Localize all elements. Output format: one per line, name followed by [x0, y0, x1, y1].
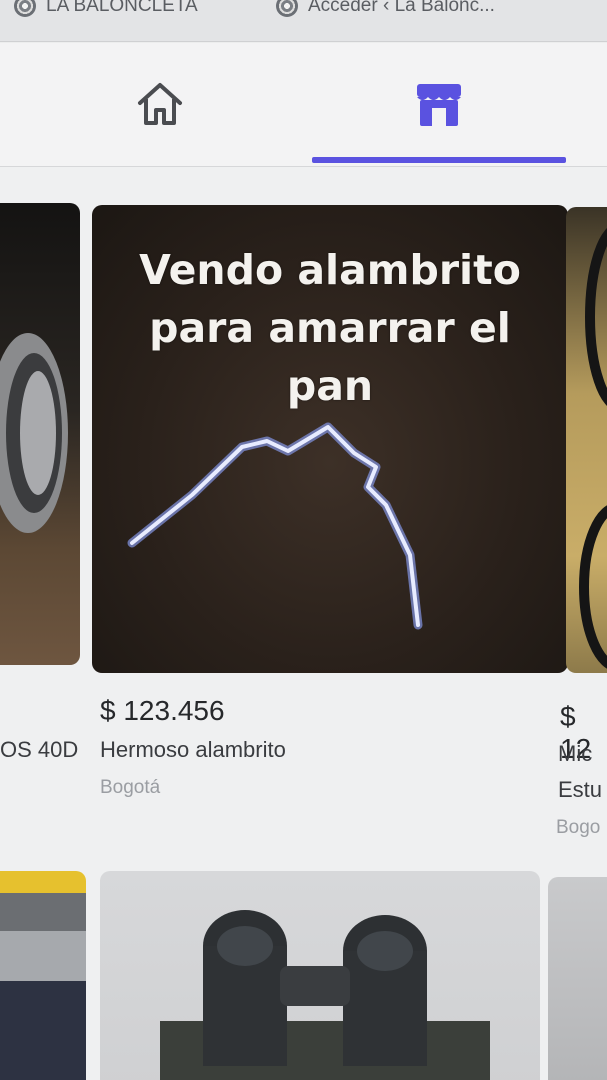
listing-image-right[interactable] [566, 207, 607, 673]
site-favicon-icon [14, 0, 36, 17]
caption-line: pan [286, 362, 374, 410]
caption-line: Vendo alambrito [139, 246, 521, 294]
listing-location-right: Bogo [556, 817, 601, 838]
listing-image-caption: Vendo alambrito para amarrar el pan [92, 241, 568, 415]
nav-home-button[interactable] [60, 43, 260, 167]
listing-price-main[interactable]: $ 123.456 [100, 695, 225, 727]
listing-title-left[interactable]: OS 40D [0, 737, 78, 763]
active-tab-indicator [312, 157, 566, 163]
camera-lens-photo [0, 333, 68, 533]
listing-image-bottom-right[interactable] [548, 877, 607, 1080]
browser-tab-strip: LA BALONCLETA Acceder ‹ La Balonc... [0, 0, 607, 42]
site-favicon-icon [276, 0, 298, 17]
home-icon [138, 83, 182, 125]
nav-marketplace-button[interactable] [312, 43, 566, 167]
browser-tab-acceder[interactable]: Acceder ‹ La Balonc... [276, 0, 495, 20]
caption-line: para amarrar el [149, 304, 511, 352]
listing-location-main: Bogotá [100, 777, 161, 798]
storefront-icon [417, 84, 461, 126]
browser-tab-label: Acceder ‹ La Balonc... [308, 0, 495, 16]
binoculars-photo [160, 910, 490, 1080]
listing-image-main[interactable]: Vendo alambrito para amarrar el pan [92, 205, 568, 673]
app-navigation [0, 43, 607, 167]
browser-tab-label: LA BALONCLETA [46, 0, 198, 16]
listing-title-right-line2[interactable]: Estu [558, 777, 602, 803]
listing-image-bottom-main[interactable] [100, 871, 540, 1080]
listing-grid: OS 40D Vendo alambrito para amarrar el p… [0, 167, 607, 1080]
marketplace-page: LA BALONCLETA Acceder ‹ La Balonc... OS … [0, 0, 607, 1080]
cable-photo [579, 228, 607, 669]
listing-title-right-line1[interactable]: Mic [558, 741, 592, 767]
browser-tab-baloncleta[interactable]: LA BALONCLETA [14, 0, 198, 20]
listing-image-bottom-left[interactable] [0, 871, 86, 1080]
listing-image-left[interactable] [0, 203, 80, 665]
listing-title-main[interactable]: Hermoso alambrito [100, 737, 286, 763]
